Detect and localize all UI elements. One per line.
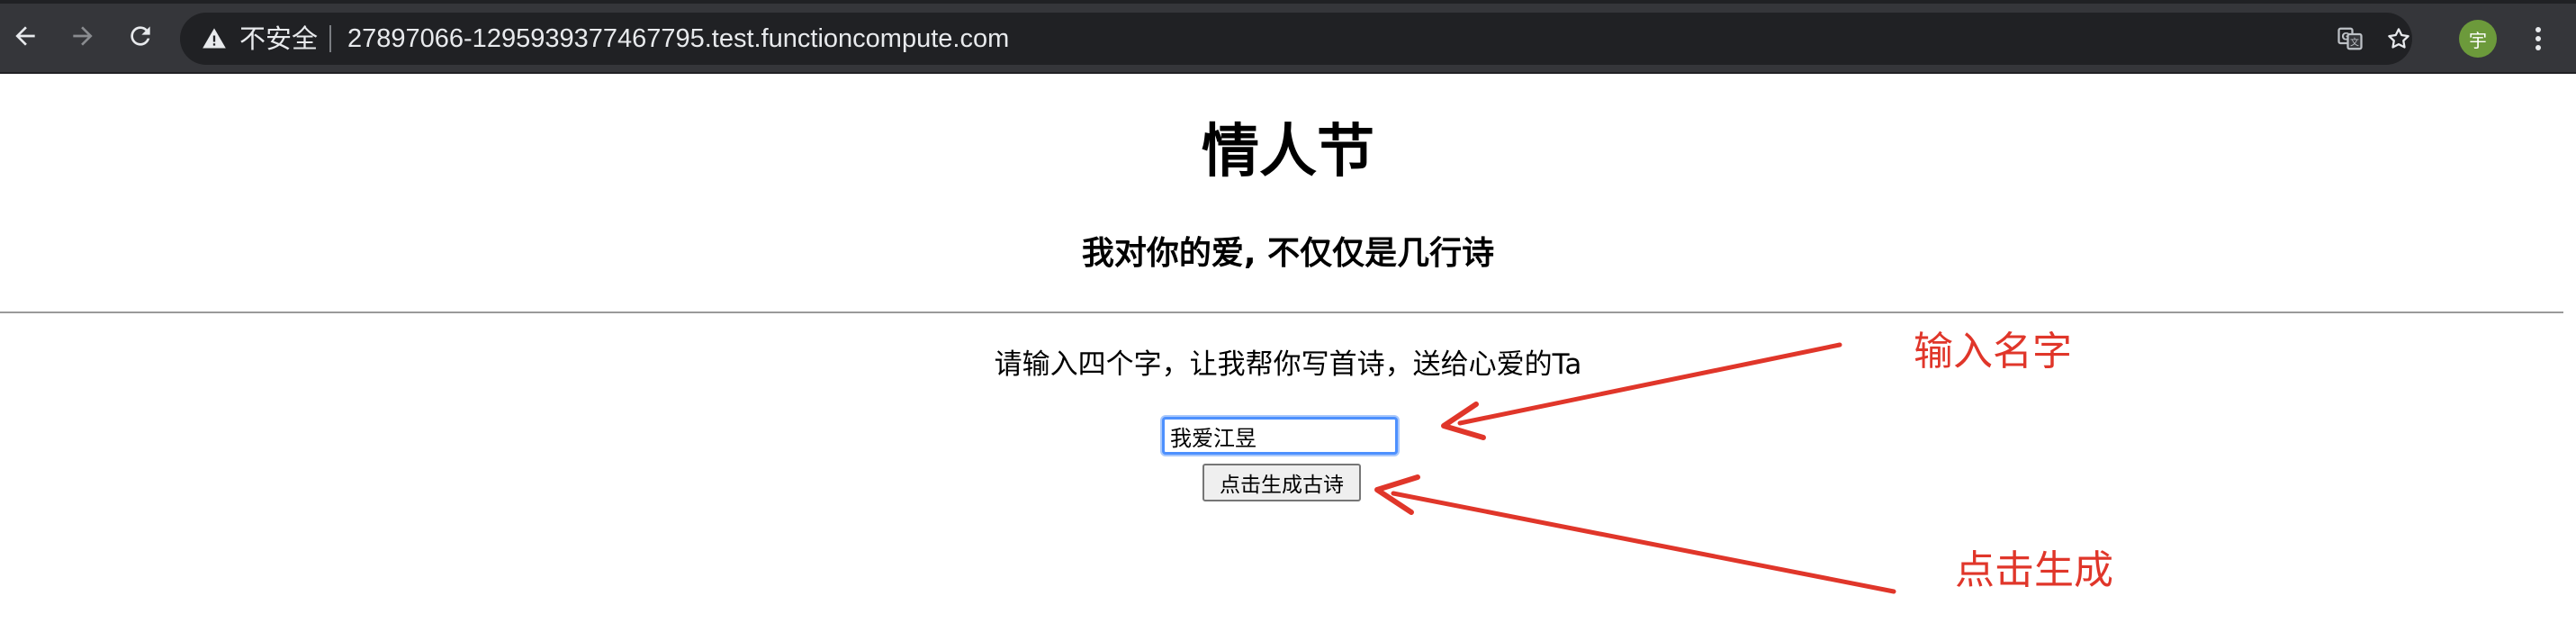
reload-button[interactable]: [122, 18, 158, 54]
forward-arrow-icon: [73, 26, 93, 46]
svg-text:文: 文: [2350, 37, 2359, 49]
browser-toolbar: 不安全 27897066-1295939377467795.test.funct…: [0, 0, 2576, 74]
horizontal-rule: [0, 312, 2563, 313]
generate-poem-button[interactable]: 点击生成古诗: [1202, 464, 1361, 501]
url-text[interactable]: 27897066-1295939377467795.test.functionc…: [347, 23, 1009, 55]
security-label[interactable]: 不安全: [239, 23, 318, 55]
page-title: 情人节: [1202, 119, 1374, 185]
arrow-to-button: [1374, 474, 1896, 594]
annotation-input-label: 输入名字: [1914, 329, 2072, 375]
page-subtitle: 我对你的爱, 不仅仅是几行诗: [1081, 235, 1495, 272]
instruction-text: 请输入四个字，让我帮你写首诗，送给心爱的Ta: [994, 348, 1582, 381]
more-vert-icon[interactable]: [2525, 20, 2552, 58]
name-input[interactable]: [1162, 417, 1398, 455]
warning-icon[interactable]: [202, 26, 227, 51]
reload-icon: [131, 26, 150, 46]
back-button[interactable]: [7, 18, 43, 54]
profile-avatar[interactable]: 宇: [2459, 20, 2497, 58]
address-bar[interactable]: 不安全 27897066-1295939377467795.test.funct…: [180, 13, 2412, 65]
star-icon[interactable]: [2385, 25, 2412, 52]
annotation-button-label: 点击生成: [1955, 547, 2113, 593]
tab-strip-edge: [0, 0, 2576, 4]
back-arrow-icon: [15, 26, 35, 46]
translate-icon[interactable]: G 文: [2337, 25, 2364, 52]
omnibox-separator: [329, 25, 331, 52]
forward-button[interactable]: [65, 18, 101, 54]
